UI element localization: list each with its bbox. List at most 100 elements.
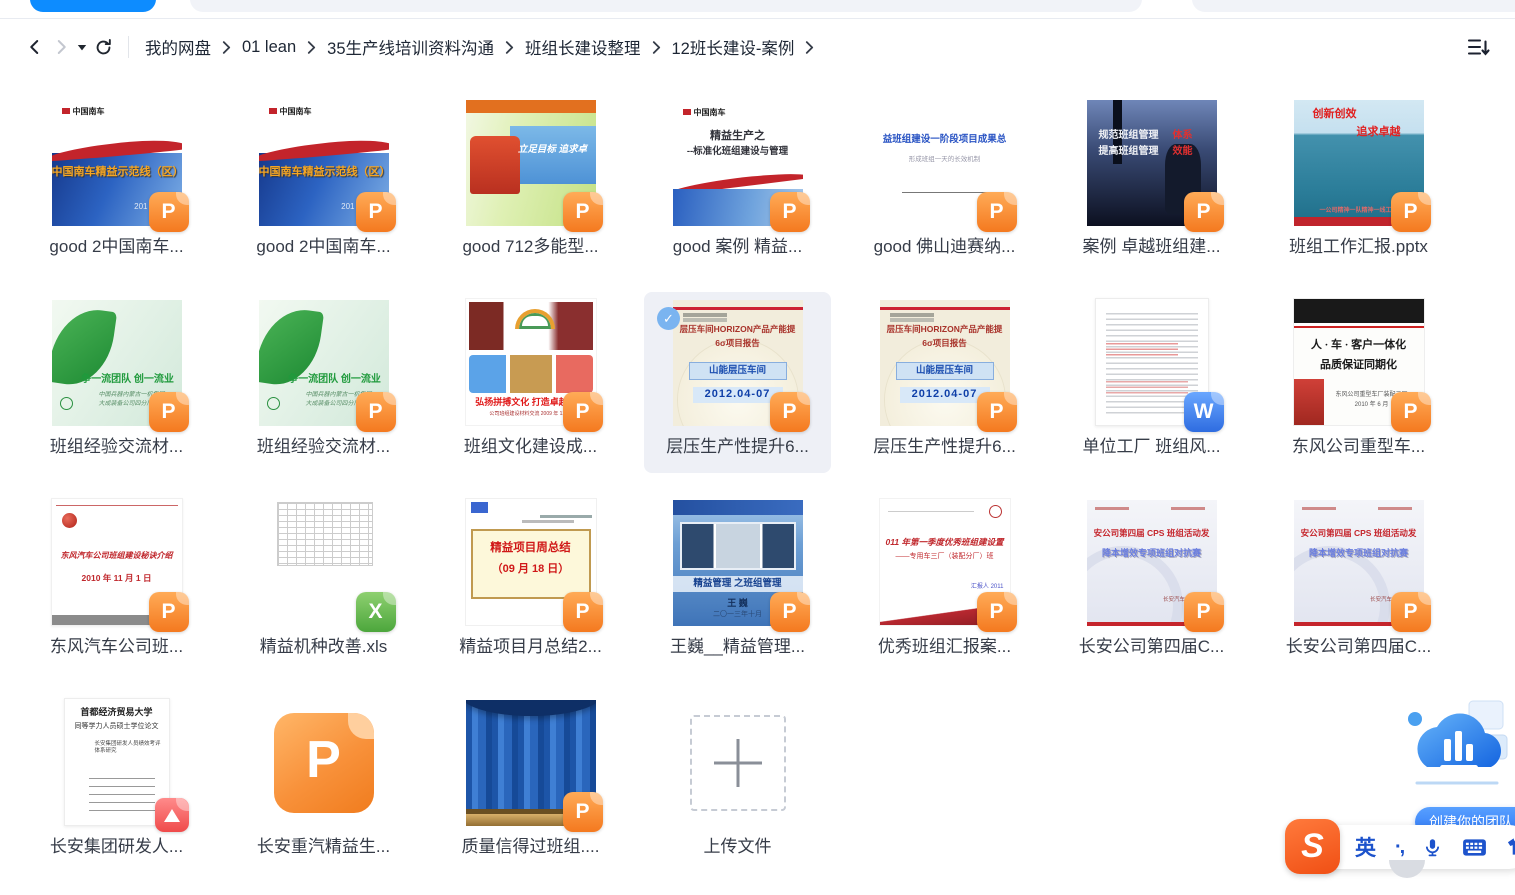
file-tile[interactable]: ✓ 精益管理 之班组管理王 巍二〇一三年十月 P 王巍__精益管理... [644,492,831,673]
thumbnail-text: 体系 [1173,130,1193,143]
refresh-button[interactable] [90,32,116,62]
breadcrumb-item[interactable]: 01 lean [242,38,296,57]
team-cloud-illustration [1397,697,1515,805]
badge-letter: P [575,600,589,624]
thumb-decoration [56,505,178,506]
file-tile[interactable]: ✓ 011 年第一季度优秀班组建设置——专用车三厂（装配分厂）班汇报人 2011… [851,492,1038,673]
thumbnail-text: 6σ项目报告 [673,338,803,349]
thumbnail-text: 争一流团队 创一流业 [76,374,180,387]
thumbnail-text: 2010 年 11 月 1 日 [52,573,182,584]
file-tile[interactable]: ✓ P 长安重汽精益生... [230,692,417,873]
history-dropdown-button[interactable] [74,32,90,62]
refresh-icon [94,38,113,57]
file-tile[interactable]: ✓ 层压车间HORIZON产品产能提6σ项目报告山能层压车间2012.04-07… [644,292,831,473]
file-thumbnail: 人 · 车 · 客户一体化品质保证同期化东风公司重型车厂装配二厂2010 年 6… [1294,299,1424,426]
file-thumbnail: 精益管理 之班组管理王 巍二〇一三年十月 P [673,499,803,626]
thumbnail-text: 争一流团队 创一流业 [283,374,387,387]
file-thumbnail: W [1087,299,1217,426]
thumbnail-text: 长安集团研发人员绩效考评体系研究 [95,741,163,755]
thumbnail-text: 益班组建设一阶段项目成果总 [880,134,1010,146]
file-tile[interactable]: ✓ 中国南车中国南车精益示范线（区）建201 P good 2中国南车... [23,92,210,273]
thumbnail-text: 6σ项目报告 [880,338,1010,349]
file-name: 层压生产性提升6... [873,435,1016,459]
file-thumbnail: 精益项目周总结（09 月 18 日） P [466,499,596,626]
file-thumbnail [673,699,803,826]
file-tile[interactable]: ✓ 中国南车精益生产之--标准化班组建设与管理 P good 案例 精益... [644,92,831,273]
thumbnail-text: 011 年第一季度优秀班组建设置 [880,537,1010,548]
word-badge-icon: W [1184,392,1224,432]
ppt-badge-icon: P [149,192,189,232]
keyboard-icon[interactable] [1462,838,1487,857]
file-thumbnail: 安公司第四届 CPS 班组活动发降本增效专项班组对抗赛长安汽车 班组车间 P [1087,499,1217,626]
ime-language-indicator[interactable]: 英 [1355,832,1376,862]
file-tile[interactable]: ✓ 首都经济贸易大学同等学力人员硕士学位论文长安集团研发人员绩效考评体系研究 长… [23,692,210,873]
file-name: 精益项目月总结2... [459,635,602,659]
file-tile[interactable]: ✓ 东风汽车公司班组建设秘诀介绍2010 年 11 月 1 日 P 东风汽车公司… [23,492,210,673]
skin-tshirt-icon[interactable] [1506,837,1515,857]
breadcrumb-separator-icon [505,41,514,54]
thumb-decoration [1294,379,1324,425]
breadcrumb-separator-icon [805,41,814,54]
file-tile[interactable]: ✓ W 单位工厂 班组风... [1058,292,1245,473]
file-tile[interactable]: ✓ X 精益机种改善.xls [230,492,417,673]
thumbnail-text: 东风汽车公司班组建设秘诀介绍 [52,551,182,561]
file-tile[interactable]: ✓ 立足目标 追求卓00000 P good 712多能型... [437,92,624,273]
file-thumbnail: 创新创效追求卓越一公司精神一队精神一线工作 P [1294,99,1424,226]
badge-letter: W [1194,400,1214,424]
ppt-badge-icon: P [770,192,810,232]
file-tile[interactable]: ✓ 争一流团队 创一流业中国兵器内蒙古一机集团大成装备公司四分厂二作 P 班组经… [230,292,417,473]
ppt-badge-icon: P [356,392,396,432]
ppt-badge-icon: P [1391,592,1431,632]
forward-button[interactable] [48,32,74,62]
thumbnail-text: 中国南车 [683,108,726,118]
upload-file-tile[interactable]: ✓ 上传文件 [644,692,831,873]
topbar-blue-button[interactable] [30,0,156,12]
search-input[interactable] [190,0,1142,12]
file-tile[interactable]: ✓ 规范班组管理体系提高班组管理效能 P 案例 卓越班组建... [1058,92,1245,273]
breadcrumb-item[interactable]: 班组长建设整理 [525,35,641,59]
microphone-icon[interactable] [1422,836,1443,859]
file-tile[interactable]: ✓ P 质量信得过班组.... [437,692,624,873]
file-tile[interactable]: ✓ 弘扬拼搏文化 打造卓越班组公司班组建设材料交流 2009 年 12 月 P … [437,292,624,473]
breadcrumb-item[interactable]: 35生产线培训资料沟通 [327,35,494,59]
file-tile[interactable]: ✓ 人 · 车 · 客户一体化品质保证同期化东风公司重型车厂装配二厂2010 年… [1265,292,1452,473]
back-button[interactable] [22,32,48,62]
thumbnail-text: 首都经济贸易大学 [65,707,169,718]
thumbnail-text: 层压车间HORIZON产品产能提 [673,324,803,335]
breadcrumb-item[interactable]: 12班长建设-案例 [672,35,795,59]
breadcrumb-separator-icon [307,41,316,54]
file-tile[interactable]: ✓ 益班组建设一阶段项目成果总形成班组一天的长效机制 P good 佛山迪赛纳.… [851,92,1038,273]
ime-punctuation-icon[interactable]: ·, [1395,836,1403,859]
file-tile[interactable]: ✓ 安公司第四届 CPS 班组活动发降本增效专项班组对抗赛长安汽车 班组车间 P… [1058,492,1245,673]
file-name: 上传文件 [704,835,772,859]
file-thumbnail: 中国南车精益生产之--标准化班组建设与管理 P [673,99,803,226]
thumbnail-text: 品质保证同期化 [1294,359,1424,373]
file-name: 精益机种改善.xls [260,635,388,659]
thumbnail-text: （09 月 18 日） [466,563,596,577]
file-tile[interactable]: ✓ 安公司第四届 CPS 班组活动发降本增效专项班组对抗赛长安汽车 班组车间 P… [1265,492,1452,673]
file-name: 班组经验交流材... [50,435,183,459]
file-name: 东风汽车公司班... [50,635,183,659]
thumb-decoration [277,502,373,566]
thumbnail-text: 规范班组管理 [1099,130,1159,143]
ppt-badge-icon: P [563,392,603,432]
header-right-pill[interactable] [1192,0,1515,12]
breadcrumb-item[interactable]: 我的网盘 [145,35,211,59]
sort-order-button[interactable] [1467,37,1491,58]
file-tile[interactable]: ✓ 精益项目周总结（09 月 18 日） P 精益项目月总结2... [437,492,624,673]
file-name: 长安重汽精益生... [257,835,390,859]
file-thumbnail: 益班组建设一阶段项目成果总形成班组一天的长效机制 P [880,99,1010,226]
file-thumbnail: 层压车间HORIZON产品产能提6σ项目报告山能层压车间2012.04-07 P [673,299,803,426]
file-tile[interactable]: ✓ 创新创效追求卓越一公司精神一队精神一线工作 P 班组工作汇报.pptx [1265,92,1452,273]
file-tile[interactable]: ✓ 争一流团队 创一流业中国兵器内蒙古一机集团大成装备公司四分厂二作 P 班组经… [23,292,210,473]
thumbnail-text: 追求卓越 [1338,126,1420,140]
badge-letter: P [1403,200,1417,224]
thumbnail-text: 安公司第四届 CPS 班组活动发 [1294,528,1424,539]
ppt-badge-icon: P [1184,592,1224,632]
selected-check-icon[interactable]: ✓ [657,307,680,330]
file-name: 优秀班组汇报案... [878,635,1011,659]
sogou-logo-icon[interactable]: S [1285,819,1340,874]
file-tile[interactable]: ✓ 层压车间HORIZON产品产能提6σ项目报告山能层压车间2012.04-07… [851,292,1038,473]
file-tile[interactable]: ✓ 中国南车中国南车精益示范线（区）建201 P good 2中国南车... [230,92,417,273]
ppt-badge-icon: P [770,392,810,432]
